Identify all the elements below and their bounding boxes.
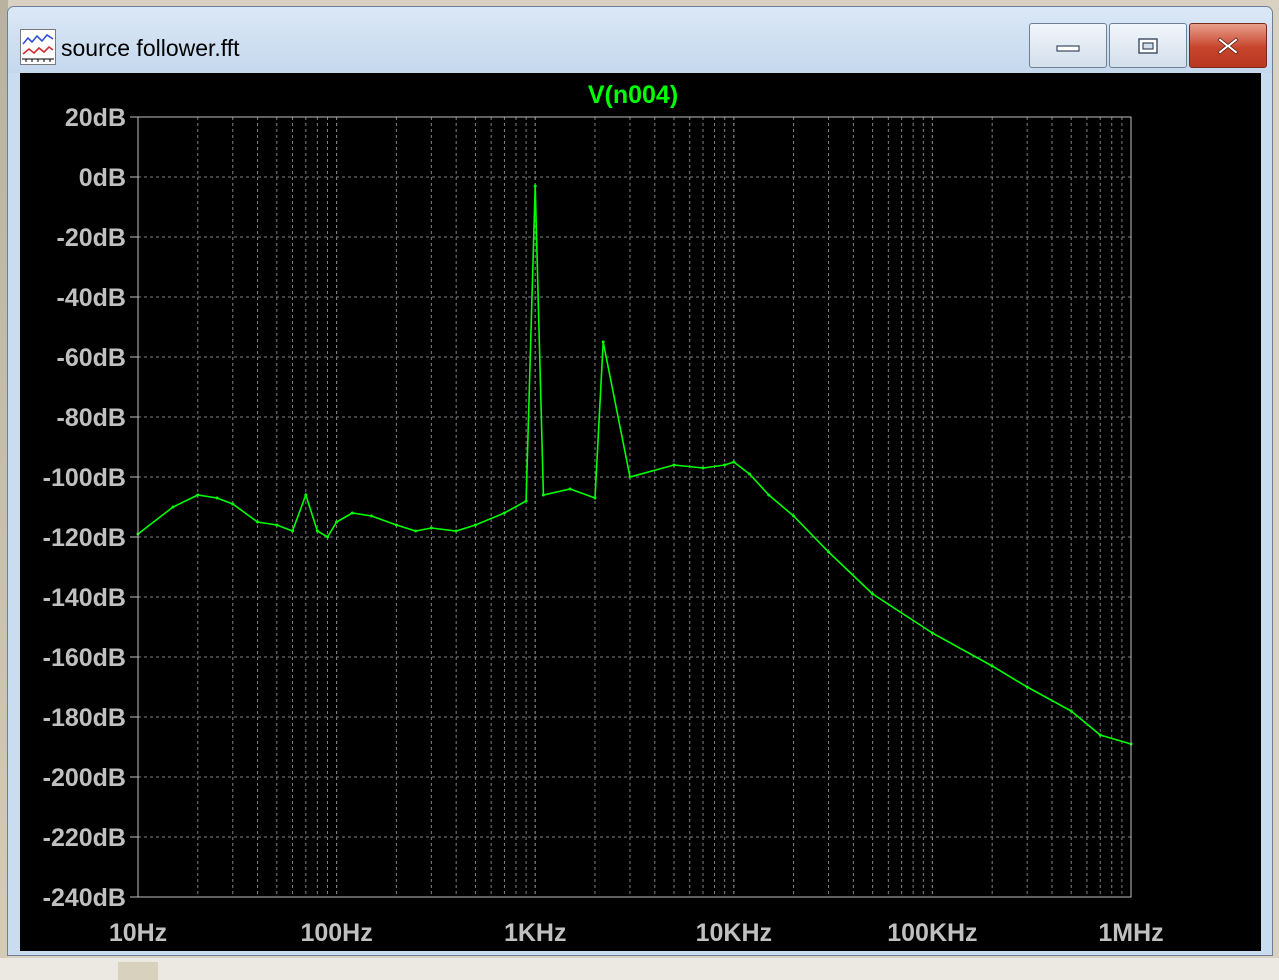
trace-point <box>502 511 506 515</box>
x-tick-label: 100KHz <box>887 919 977 947</box>
trace-point <box>473 523 477 527</box>
plot-frame <box>137 116 1132 898</box>
y-tick-label: -120dB <box>43 524 126 552</box>
x-tick-label: 10KHz <box>696 919 772 947</box>
trace-point <box>930 631 934 635</box>
trace-point <box>454 529 458 533</box>
trace-point <box>335 520 339 524</box>
minimize-button[interactable] <box>1029 23 1107 68</box>
trace-line <box>137 185 1132 745</box>
waveform-icon <box>20 29 56 65</box>
x-tick-label: 1KHz <box>504 919 567 947</box>
waveform-window: source follower.fft V(n004) 20dB 0dB -20dB… <box>7 6 1273 956</box>
y-tick-label: -80dB <box>57 404 126 432</box>
x-tick-label: 1MHz <box>1098 919 1163 947</box>
trace-point <box>827 550 831 554</box>
trace-point <box>533 184 537 188</box>
y-tick-label: -220dB <box>43 824 126 852</box>
trace-point <box>723 463 727 467</box>
trace-point <box>1098 733 1102 737</box>
trace-point <box>990 664 994 668</box>
trace-point <box>732 460 736 464</box>
minimize-icon <box>1056 44 1080 52</box>
trace-point <box>215 496 219 500</box>
fft-chart[interactable]: V(n004) 20dB 0dB -20dB -40dB -60dB -80dB -100d… <box>20 73 1261 951</box>
trace-point <box>568 487 572 491</box>
trace-point <box>792 514 796 518</box>
y-tick-label: -20dB <box>57 224 126 252</box>
trace-point <box>394 523 398 527</box>
y-tick-label: -180dB <box>43 704 126 732</box>
maximize-button[interactable] <box>1109 23 1187 68</box>
trace-point <box>524 499 528 503</box>
x-axis-labels: 10Hz 100Hz 1KHz 10KHz 100KHz 1MHz <box>109 919 1164 947</box>
trace-point <box>429 526 433 530</box>
title-bar[interactable]: source follower.fft <box>8 7 1272 73</box>
trace-point <box>370 514 374 518</box>
y-tick-label: -160dB <box>43 644 126 672</box>
trace-point <box>701 466 705 470</box>
close-icon <box>1217 36 1239 55</box>
trace-point <box>315 529 319 533</box>
y-tick-label: -40dB <box>57 284 126 312</box>
trace-point <box>628 475 632 479</box>
trace-point <box>326 535 330 539</box>
trace-point <box>275 523 279 527</box>
x-tick-label: 100Hz <box>300 919 372 947</box>
trace-point <box>231 502 235 506</box>
close-button[interactable] <box>1189 23 1267 68</box>
chart-title: V(n004) <box>588 81 678 109</box>
grid-vertical <box>137 117 1132 897</box>
y-tick-label: -100dB <box>43 464 126 492</box>
trace-point <box>593 496 597 500</box>
window-border-right <box>1261 73 1271 951</box>
trace-point <box>767 493 771 497</box>
y-tick-label: -60dB <box>57 344 126 372</box>
y-tick-label: 0dB <box>79 164 126 192</box>
y-tick-label: -140dB <box>43 584 126 612</box>
trace-point <box>541 493 545 497</box>
y-tick-label: -240dB <box>43 884 126 912</box>
trace-point <box>672 463 676 467</box>
trace-point <box>291 529 295 533</box>
trace-layer <box>136 184 1133 746</box>
trace-point <box>1069 709 1073 713</box>
desktop-taskbar-strip <box>0 958 1279 980</box>
trace-point <box>1025 685 1029 689</box>
x-tick-label: 10Hz <box>109 919 167 947</box>
trace-point <box>601 340 605 344</box>
trace-point <box>871 592 875 596</box>
trace-point <box>196 493 200 497</box>
trace-point <box>748 472 752 476</box>
trace-point <box>256 520 260 524</box>
grid-horizontal <box>130 116 1131 898</box>
y-axis-labels: 20dB 0dB -20dB -40dB -60dB -80dB -100dB -120dB -… <box>43 104 126 912</box>
y-tick-label: 20dB <box>65 104 126 132</box>
trace-point <box>414 529 418 533</box>
desktop-background-fragment <box>118 962 158 980</box>
trace-point <box>350 511 354 515</box>
maximize-icon <box>1138 37 1158 54</box>
trace-point <box>304 493 308 497</box>
window-title: source follower.fft <box>61 35 240 61</box>
plot-pane[interactable]: V(n004) 20dB 0dB -20dB -40dB -60dB -80dB -100d… <box>20 73 1261 951</box>
y-tick-label: -200dB <box>43 764 126 792</box>
trace-point <box>171 505 175 509</box>
